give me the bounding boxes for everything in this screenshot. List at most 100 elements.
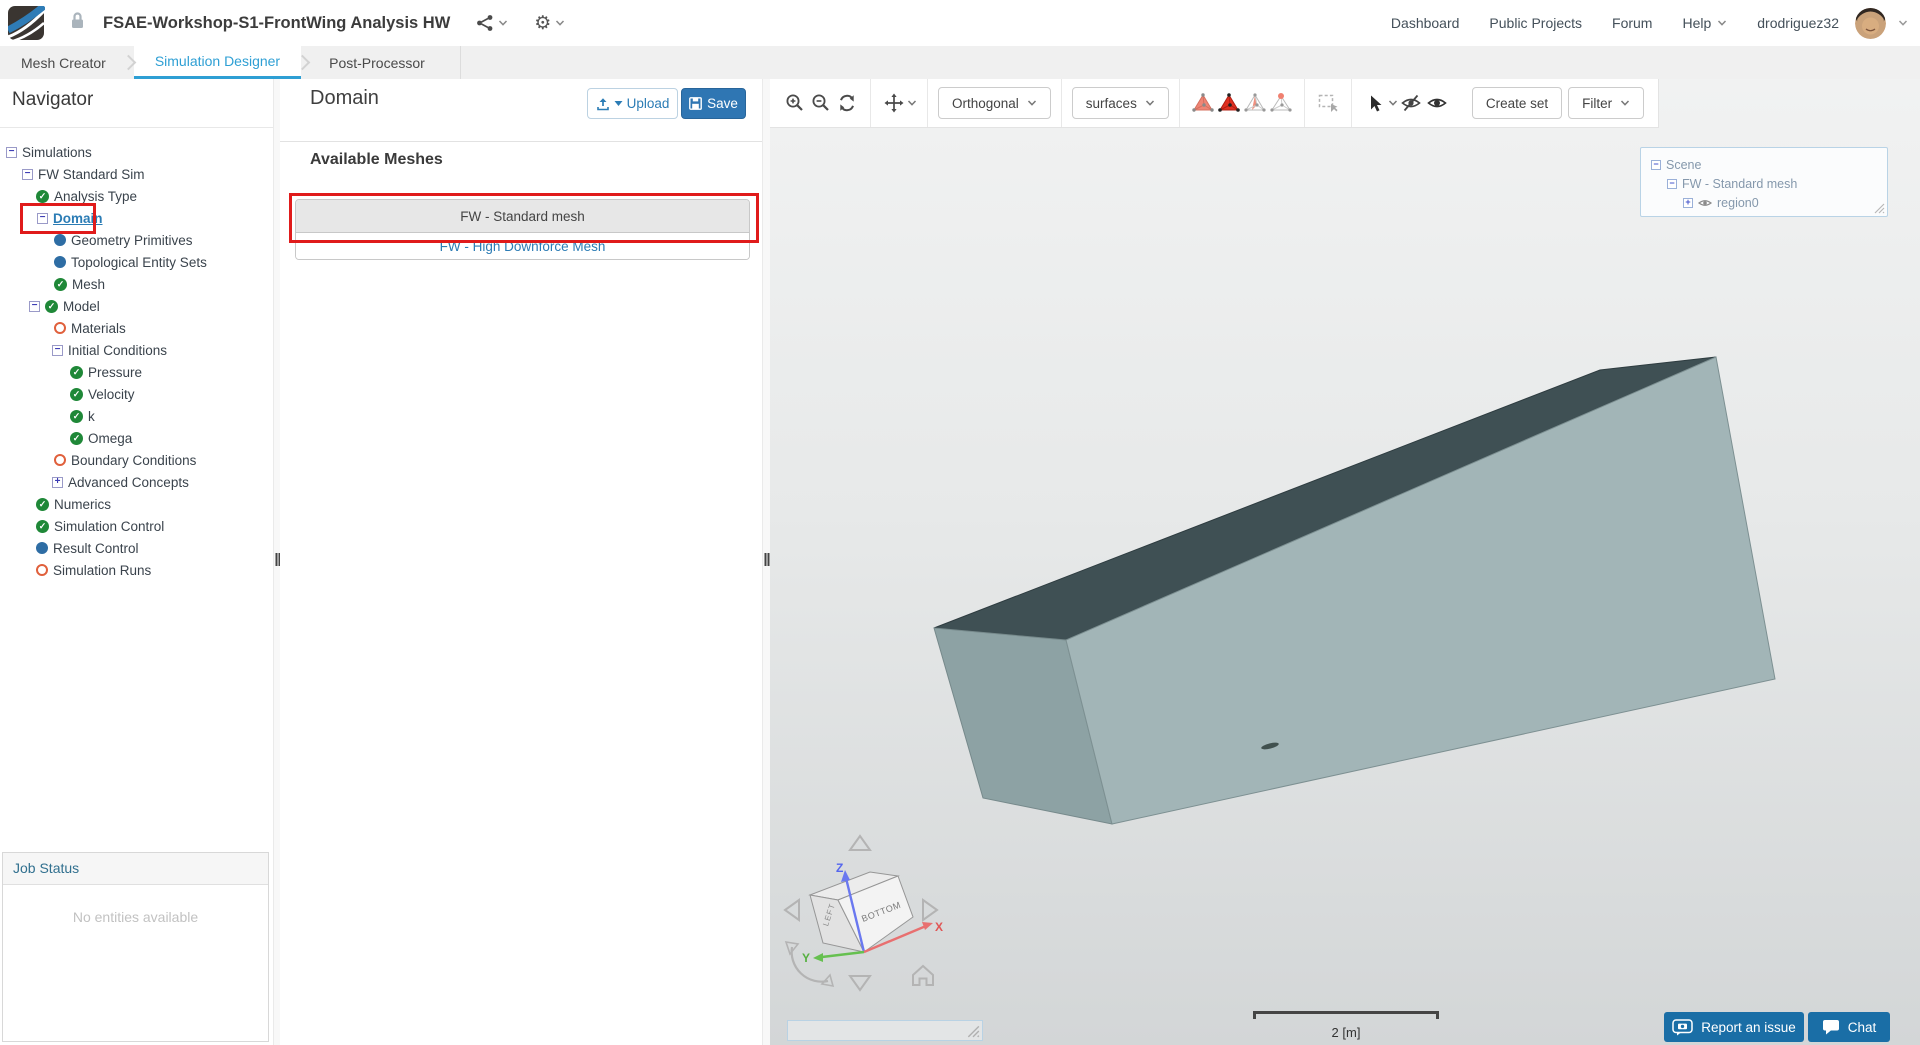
simscale-workbench: FSAE-Workshop-S1-FrontWing Analysis HW ⚙… [0,0,1920,1045]
select-cell-icon[interactable] [1216,90,1242,116]
mesh-item-fw-standard[interactable]: FW - Standard mesh [296,200,749,233]
save-button[interactable]: Save [681,88,746,119]
tree-item-result-control[interactable]: Result Control [0,537,273,559]
tree-item-fw-standard-sim[interactable]: FW Standard Sim [0,163,273,185]
tree-item-analysis-type[interactable]: Analysis Type [0,185,273,207]
axis-x-label: X [935,920,943,934]
tree-item-advanced-concepts[interactable]: Advanced Concepts [0,471,273,493]
simscale-logo-icon[interactable] [8,6,45,41]
chevron-down-icon[interactable] [907,99,917,107]
nav-dashboard[interactable]: Dashboard [1391,15,1460,31]
chevron-down-icon [1717,19,1727,27]
scene-tree-mesh[interactable]: −FW - Standard mesh [1651,174,1879,193]
divider [280,141,762,142]
collapse-toggle-icon[interactable] [22,169,33,180]
refresh-icon[interactable] [834,90,860,116]
collapse-toggle-icon[interactable] [52,345,63,356]
navigator-title: Navigator [12,89,93,111]
nav-public-projects[interactable]: Public Projects [1489,15,1582,31]
hide-icon[interactable] [1398,90,1424,116]
mesh-item-fw-high-downforce[interactable]: FW - High Downforce Mesh [296,233,749,259]
orientation-cube-widget[interactable]: LEFT BOTTOM Z X Y [780,814,950,999]
nav-forum[interactable]: Forum [1612,15,1652,31]
pan-icon[interactable] [881,90,907,116]
tree-item-initial-conditions[interactable]: Initial Conditions [0,339,273,361]
upload-button[interactable]: Upload [587,88,678,119]
tree-item-k[interactable]: k [0,405,273,427]
scene-tree-root[interactable]: −Scene [1651,155,1879,174]
chevron-down-icon [498,19,508,27]
zoom-out-icon[interactable] [808,90,834,116]
box-select-icon[interactable] [1315,90,1341,116]
save-icon [689,97,702,110]
collapse-toggle-icon[interactable]: − [1667,179,1677,189]
chat-bubble-icon [1822,1019,1840,1035]
rotate-left-arrow[interactable] [785,900,799,920]
check-icon [54,278,67,291]
rotate-right-arrow[interactable] [923,900,937,920]
rotate-up-arrow[interactable] [850,836,870,850]
expand-toggle-icon[interactable]: + [1683,198,1693,208]
dot-icon [36,542,48,554]
tree-item-simulation-control[interactable]: Simulation Control [0,515,273,537]
3d-viewport[interactable]: Orthogonal surfaces [770,79,1920,1045]
tab-post-processor[interactable]: Post-Processor [308,46,446,79]
collapse-toggle-icon[interactable] [37,213,48,224]
chat-button[interactable]: Chat [1808,1012,1890,1042]
panel-title: Domain [310,87,379,110]
chevron-down-icon [1145,99,1155,107]
tree-item-pressure[interactable]: Pressure [0,361,273,383]
visibility-eye-icon[interactable] [1698,198,1712,208]
tree-item-simulations[interactable]: Simulations [0,141,273,163]
tree-item-boundary-conditions[interactable]: Boundary Conditions [0,449,273,471]
select-node-icon[interactable] [1268,90,1294,116]
expand-toggle-icon[interactable] [52,477,63,488]
share-icon [476,14,494,32]
collapse-toggle-icon[interactable]: − [1651,160,1661,170]
tree-item-mesh[interactable]: Mesh [0,273,273,295]
home-view-icon[interactable] [913,966,933,985]
select-volume-icon[interactable] [1190,90,1216,116]
tree-item-simulation-runs[interactable]: Simulation Runs [0,559,273,581]
resize-handle-icon[interactable] [966,1024,980,1038]
resize-handle-icon[interactable] [1873,202,1885,214]
tree-item-velocity[interactable]: Velocity [0,383,273,405]
check-icon [36,498,49,511]
share-menu[interactable] [476,14,508,32]
tree-item-materials[interactable]: Materials [0,317,273,339]
tree-item-geometry-primitives[interactable]: Geometry Primitives [0,229,273,251]
tree-item-domain[interactable]: Domain [0,207,273,229]
tree-item-topological-entity-sets[interactable]: Topological Entity Sets [0,251,273,273]
chevron-down-icon[interactable] [1388,99,1398,107]
ring-icon [54,454,66,466]
rotate-down-arrow[interactable] [850,976,870,990]
scene-tree-region[interactable]: + region0 [1651,193,1879,212]
viewport-mini-panel[interactable] [787,1020,983,1041]
settings-menu[interactable]: ⚙ [534,14,565,33]
axis-z-label: Z [836,861,843,875]
collapse-toggle-icon[interactable] [6,147,17,158]
nav-help[interactable]: Help [1682,15,1727,31]
avatar[interactable] [1855,8,1886,39]
simulation-tree: Simulations FW Standard Sim Analysis Typ… [0,141,273,581]
tree-item-numerics[interactable]: Numerics [0,493,273,515]
zoom-in-icon[interactable] [782,90,808,116]
filter-dropdown[interactable]: Filter [1568,87,1644,119]
tree-item-model[interactable]: Model [0,295,273,317]
username[interactable]: drodriguez32 [1757,15,1839,31]
report-issue-button[interactable]: Report an issue [1664,1012,1804,1042]
tab-simulation-designer[interactable]: Simulation Designer [134,46,301,79]
projection-dropdown[interactable]: Orthogonal [938,87,1051,119]
render-mode-dropdown[interactable]: surfaces [1072,87,1169,119]
project-title: FSAE-Workshop-S1-FrontWing Analysis HW [103,14,450,33]
create-set-button[interactable]: Create set [1472,87,1562,119]
ring-icon [54,322,66,334]
camera-bubble-icon [1672,1019,1693,1036]
cursor-icon[interactable] [1362,90,1388,116]
collapse-toggle-icon[interactable] [29,301,40,312]
gear-icon: ⚙ [534,14,551,33]
show-icon[interactable] [1424,90,1450,116]
select-face-icon[interactable] [1242,90,1268,116]
tree-item-omega[interactable]: Omega [0,427,273,449]
tab-mesh-creator[interactable]: Mesh Creator [0,46,127,79]
